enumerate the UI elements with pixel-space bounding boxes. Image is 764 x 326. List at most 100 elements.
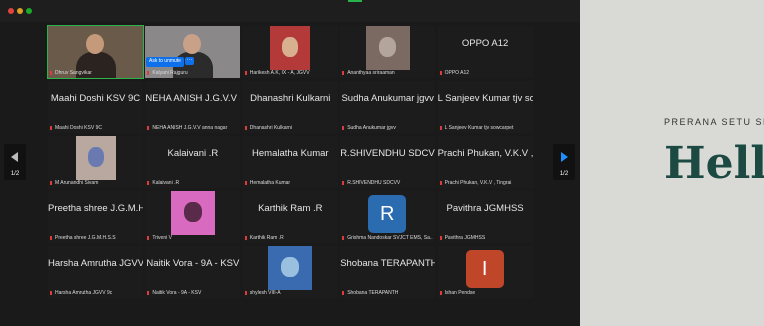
chevron-left-icon (11, 152, 18, 162)
previous-page-button[interactable]: 1/2 (4, 144, 26, 180)
muted-mic-icon: ✂ (342, 125, 345, 130)
participant-tile[interactable]: R ✂Grishma Nandoskar SVJCT EMS, Sa... (340, 191, 436, 243)
page-indicator: 1/2 (10, 171, 20, 177)
shared-title: Hello (664, 138, 764, 189)
participant-name-label: ✂Naitik Vora - 9A - KSV (147, 290, 238, 296)
participant-tile[interactable]: ✂Harikesh A.K, IX - A, JGVV (242, 26, 338, 78)
participant-display-name: Naitik Vora - 9A - KSV (146, 258, 240, 269)
participant-display-name: R.SHIVENDHU SDCVV (340, 148, 436, 159)
muted-mic-icon: ✂ (147, 125, 150, 130)
next-page-button[interactable]: 1/2 (553, 144, 575, 180)
muted-mic-icon: ✂ (342, 290, 345, 295)
participant-display-name: Prachi Phukan, V.K.V ,... (437, 148, 533, 159)
participant-tile[interactable]: ✂M Arunandhi Sivam (48, 136, 143, 188)
participant-name-label: ✂Ananthyaa sriraaman (342, 70, 433, 76)
muted-mic-icon: ✂ (244, 235, 247, 240)
participant-tile[interactable]: Harsha Amrutha JGVV... ✂Harsha Amrutha JG… (48, 246, 143, 298)
muted-mic-icon: ✂ (244, 180, 247, 185)
title-bar (0, 0, 580, 22)
participant-name-label: ✂M Arunandhi Sivam (50, 180, 141, 186)
participant-tile[interactable]: Kalaivani .R ✂Kalaivani .R (145, 136, 241, 188)
participant-name-label: ✂NEHA ANISH J.G.V.V anna nagar (147, 125, 238, 131)
participant-name-label: ✂Triveni V (147, 235, 238, 241)
participant-display-name: Kalaivani .R (167, 148, 219, 159)
participant-name-label: ✂Dhruv Sangvikar (50, 70, 141, 76)
muted-mic-icon: ✂ (50, 235, 52, 240)
participant-name-label: ✂Sudha Anukumar jgvv (342, 125, 433, 131)
muted-mic-icon: ✂ (50, 125, 52, 130)
participant-display-name: Hemalatha Kumar (252, 148, 329, 159)
participant-name-label: ✂Kalaivani .R (147, 180, 238, 186)
participant-tile[interactable]: L Sanjeev Kumar tjv so... ✂L Sanjeev Kuma… (437, 81, 533, 133)
participant-display-name: Dhanashri Kulkarni (250, 93, 331, 104)
participant-name-label: ✂Harikesh A.K, IX - A, JGVV (244, 70, 336, 76)
shared-screen: PRERANA SETU SPE Hello (580, 0, 764, 326)
muted-mic-icon: ✂ (439, 180, 442, 185)
participant-tile[interactable]: Hemalatha Kumar ✂Hemalatha Kumar (242, 136, 338, 188)
participant-name-label: ✂Grishma Nandoskar SVJCT EMS, Sa... (342, 235, 433, 241)
participant-video (268, 246, 313, 290)
muted-mic-icon: ✂ (342, 235, 345, 240)
participant-display-name: Sudha Anukumar jgvv (341, 93, 434, 104)
ask-to-unmute-button[interactable]: Ask to unmute (146, 57, 184, 67)
participant-tile[interactable]: Naitik Vora - 9A - KSV ✂Naitik Vora - 9A … (145, 246, 241, 298)
participant-tile[interactable]: Shobana TERAPANTH ✂Shobana TERAPANTH (340, 246, 436, 298)
muted-mic-icon: ✂ (342, 180, 345, 185)
participant-tile[interactable]: NEHA ANISH J.G.V.V a... ✂NEHA ANISH J.G.V… (145, 81, 241, 133)
participant-tile[interactable]: ✂Dhruv Sangvikar (47, 25, 144, 79)
close-window-button[interactable] (8, 8, 14, 14)
participant-name-label: ✂Prachi Phukan, V.K.V , Tingrai (439, 180, 531, 186)
more-options-button[interactable]: ··· (185, 57, 194, 65)
participant-tile[interactable]: I ✂Ishan Pendse (437, 246, 533, 298)
participant-tile[interactable]: ✂Ananthyaa sriraaman (340, 26, 436, 78)
participant-display-name: Maahi Doshi KSV 9C (50, 93, 141, 104)
participant-video (170, 191, 215, 235)
participant-video (75, 136, 116, 180)
participant-name-label: ✂Maahi Doshi KSV 9C (50, 125, 141, 131)
muted-mic-icon: ✂ (342, 70, 345, 75)
participant-tile[interactable]: R.SHIVENDHU SDCVV ✂R.SHIVENDHU SDCVV (340, 136, 436, 188)
muted-mic-icon: ✂ (50, 180, 52, 185)
muted-mic-icon: ✂ (439, 290, 442, 295)
participant-display-name: Pavithra JGMHSS (446, 203, 524, 214)
participant-name-label: ✂Pavithra JGMHSS (439, 235, 531, 241)
participant-name-label: ✂Preetha shree J.G.M.H.S.S (50, 235, 141, 241)
muted-mic-icon: ✂ (50, 70, 52, 75)
participant-name-label: ✂Kalyani Rajguru (147, 70, 238, 76)
muted-mic-icon: ✂ (244, 125, 247, 130)
participant-name-label: ✂L Sanjeev Kumar tjv sowcarpet (439, 125, 531, 131)
participant-tile[interactable]: ✂shylesh VIII-A (242, 246, 338, 298)
participant-tile[interactable]: OPPO A12 ✂OPPO A12 (437, 26, 533, 78)
participant-tile[interactable]: Preetha shree J.G.M.H... ✂Preetha shree J… (48, 191, 143, 243)
participant-name-label: ✂Harsha Amrutha JGVV 9c (50, 290, 141, 296)
participant-display-name: L Sanjeev Kumar tjv so... (437, 93, 533, 104)
page-indicator: 1/2 (559, 171, 569, 177)
participant-display-name: OPPO A12 (461, 38, 509, 49)
muted-mic-icon: ✂ (147, 290, 150, 295)
shared-subtitle: PRERANA SETU SPE (664, 117, 764, 127)
participant-name-label: ✂Shobana TERAPANTH (342, 290, 433, 296)
participant-name-label: ✂Karthik Ram .R (244, 235, 336, 241)
participant-display-name: Shobana TERAPANTH (340, 258, 436, 269)
participant-name-label: ✂shylesh VIII-A (244, 290, 336, 296)
participant-tile[interactable]: Prachi Phukan, V.K.V ,... ✂Prachi Phukan,… (437, 136, 533, 188)
participant-tile[interactable]: Maahi Doshi KSV 9C ✂Maahi Doshi KSV 9C (48, 81, 143, 133)
participant-tile[interactable]: Sudha Anukumar jgvv ✂Sudha Anukumar jgvv (340, 81, 436, 133)
minimize-window-button[interactable] (17, 8, 23, 14)
muted-mic-icon: ✂ (244, 70, 247, 75)
participant-display-name: NEHA ANISH J.G.V.V a... (145, 93, 240, 104)
participant-display-name: Preetha shree J.G.M.H... (48, 203, 143, 214)
participant-grid: ✂Dhruv Sangvikar ✂Kalyani Rajguru ✂Harikes… (47, 25, 533, 298)
participant-name-label: ✂OPPO A12 (439, 70, 531, 76)
participant-display-name: Harsha Amrutha JGVV... (48, 258, 143, 269)
participant-tile[interactable]: Dhanashri Kulkarni ✂Dhanashri Kulkarni (242, 81, 338, 133)
participant-tile[interactable]: ✂Triveni V (145, 191, 241, 243)
participant-tile[interactable]: Pavithra JGMHSS ✂Pavithra JGMHSS (437, 191, 533, 243)
maximize-window-button[interactable] (26, 8, 32, 14)
zoom-meeting-window: ✂Dhruv Sangvikar ✂Kalyani Rajguru ✂Harikes… (0, 0, 580, 326)
muted-mic-icon: ✂ (50, 290, 52, 295)
muted-mic-icon: ✂ (439, 235, 442, 240)
participant-tile[interactable]: ✂Kalyani Rajguru (145, 26, 241, 78)
participant-tile[interactable]: Karthik Ram .R ✂Karthik Ram .R (242, 191, 338, 243)
muted-mic-icon: ✂ (439, 125, 442, 130)
